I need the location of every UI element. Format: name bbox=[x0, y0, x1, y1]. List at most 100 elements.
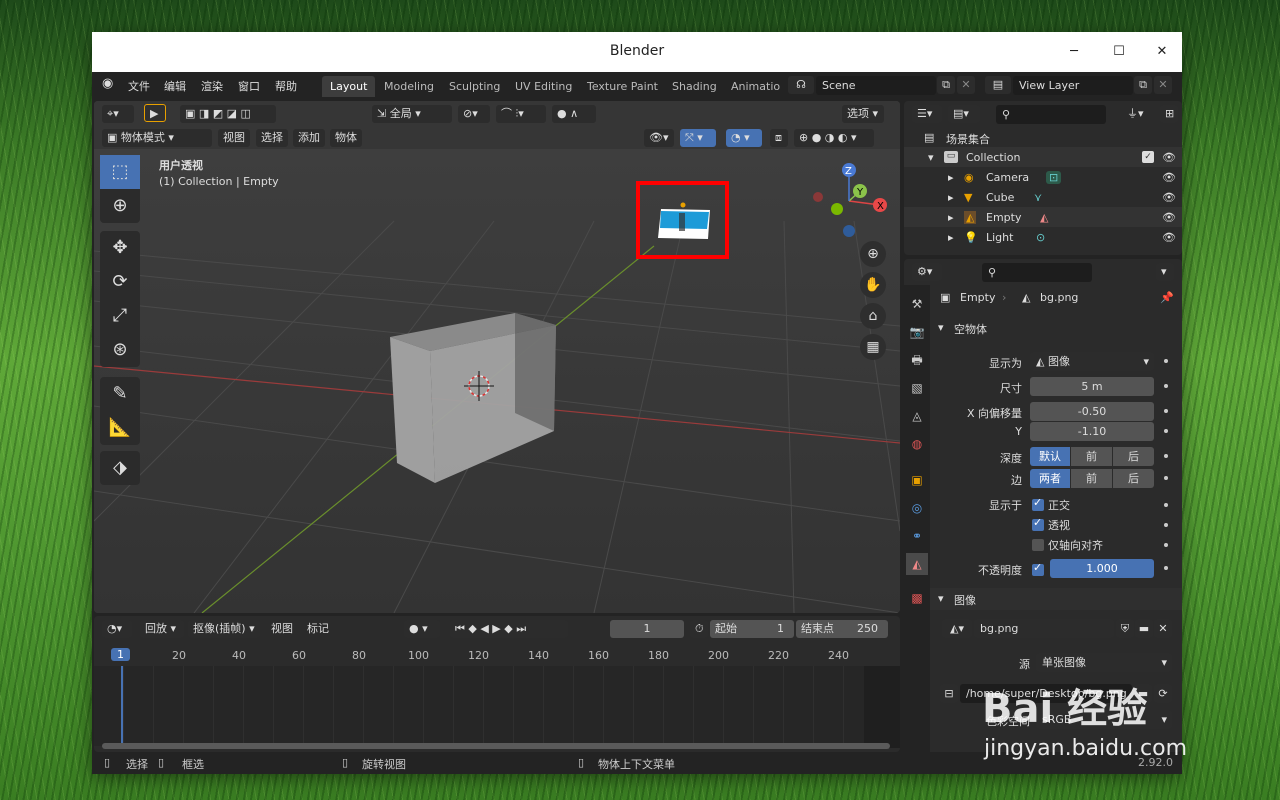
menu-edit[interactable]: 编辑 bbox=[164, 78, 186, 94]
menu-add[interactable]: 添加 bbox=[293, 129, 325, 147]
keyframe-dot[interactable] bbox=[1164, 384, 1168, 388]
scene-copy-icon[interactable]: ⧉ bbox=[937, 76, 955, 94]
pin-icon[interactable]: 📌 bbox=[1160, 291, 1174, 304]
close-button[interactable]: ✕ bbox=[1147, 40, 1177, 64]
collapse-arrow-icon[interactable]: ▾ bbox=[938, 592, 944, 605]
tab-layout[interactable]: Layout bbox=[322, 76, 376, 97]
properties-options-icon[interactable]: ▾ bbox=[1156, 263, 1174, 281]
scene-field[interactable]: Scene bbox=[816, 76, 936, 95]
snap-toggle[interactable]: ⌒ ⫶▾ bbox=[496, 105, 546, 123]
tab-animation[interactable]: Animatio bbox=[723, 76, 788, 97]
side-front[interactable]: 前 bbox=[1071, 469, 1112, 488]
pack-icon[interactable]: ⊟ bbox=[940, 684, 958, 703]
frame-ruler[interactable]: 1 20 40 60 80 100 120 140 160 180 200 22… bbox=[94, 646, 900, 666]
shading-buttons[interactable]: ⊕ ● ◑ ◐ ▾ bbox=[794, 129, 874, 147]
view-layer-tab-icon[interactable]: ▧ bbox=[906, 377, 928, 399]
menu-file[interactable]: 文件 bbox=[128, 78, 150, 94]
render-tab-icon[interactable]: 📷 bbox=[906, 321, 928, 343]
keyframe-dot[interactable] bbox=[1164, 566, 1168, 570]
image-browse-icon[interactable]: ◭▾ bbox=[942, 619, 972, 638]
timeline-scrollbar[interactable] bbox=[102, 743, 890, 749]
scene-tab-icon[interactable]: ◬ bbox=[906, 405, 928, 427]
gizmo-toggle-icon[interactable]: ⤧ ▾ bbox=[680, 129, 716, 147]
outliner-row-cube[interactable]: ▸ ▼ Cube ⋎ 👁 bbox=[904, 187, 1182, 207]
collapse-arrow-icon[interactable]: ▾ bbox=[938, 321, 944, 334]
outliner-type-icon[interactable]: ☰▾ bbox=[912, 105, 942, 123]
image-name-field[interactable]: bg.png bbox=[974, 619, 1114, 638]
timeline-menu-view[interactable]: 视图 bbox=[266, 620, 298, 638]
outliner-row-light[interactable]: ▸ 💡 Light ⊙ 👁 bbox=[904, 227, 1182, 247]
select-box-tool-icon[interactable]: ⬚ bbox=[100, 155, 140, 189]
visibility-eye-icon[interactable]: 👁 bbox=[1162, 151, 1176, 164]
timeline-editor[interactable]: ◔▾ 回放 ▾ 抠像(插帧) ▾ 视图 标记 ● ▾ ⏮ ◆ ◀ ▶ ◆ ⏭ 1… bbox=[94, 616, 900, 752]
cursor-tool-icon[interactable]: ⊕ bbox=[100, 189, 140, 223]
view-layer-remove-icon[interactable]: ✕ bbox=[1154, 76, 1172, 94]
keyframe-dot[interactable] bbox=[1164, 476, 1168, 480]
tab-modeling[interactable]: Modeling bbox=[376, 76, 442, 97]
record-icon[interactable]: ● ▾ bbox=[404, 620, 440, 638]
timeline-editor-type-icon[interactable]: ◔▾ bbox=[102, 620, 132, 638]
offset-y-field[interactable]: -1.10 bbox=[1030, 422, 1154, 441]
depth-back[interactable]: 后 bbox=[1113, 447, 1154, 466]
display-mode-icon[interactable]: ▤▾ bbox=[948, 105, 980, 123]
outliner-row-collection[interactable]: ▾ ▭ Collection ✓ 👁 bbox=[904, 147, 1182, 167]
object-tab-icon[interactable]: ▣ bbox=[906, 469, 928, 491]
end-frame-field[interactable]: 结束点 250 bbox=[796, 620, 888, 638]
menu-playback[interactable]: 回放 ▾ bbox=[140, 620, 184, 638]
view-layer-browse-icon[interactable]: ▤ bbox=[985, 76, 1011, 94]
overlay-toggle-icon[interactable]: ◔ ▾ bbox=[726, 129, 762, 147]
world-tab-icon[interactable]: ◍ bbox=[906, 433, 928, 455]
scale-tool-icon[interactable]: ⤢ bbox=[100, 299, 140, 333]
menu-view[interactable]: 视图 bbox=[218, 129, 250, 147]
menu-marker[interactable]: 标记 bbox=[302, 620, 334, 638]
open-folder-icon[interactable]: ▬ bbox=[1135, 619, 1153, 638]
move-tool-icon[interactable]: ✥ bbox=[100, 231, 140, 265]
orientation-dropdown[interactable]: ⇲ 全局 ▾ bbox=[372, 105, 452, 123]
depth-default[interactable]: 默认 bbox=[1030, 447, 1070, 466]
xray-icon[interactable]: ⧈ bbox=[770, 129, 788, 147]
tab-texture-paint[interactable]: Texture Paint bbox=[579, 76, 666, 97]
select-tool-icon[interactable]: ▶ bbox=[144, 104, 166, 122]
tab-shading[interactable]: Shading bbox=[664, 76, 725, 97]
outliner-search-field[interactable]: ⚲ bbox=[996, 105, 1106, 124]
select-mode-icons[interactable]: ▣ ◨ ◩ ◪ ◫ bbox=[180, 105, 276, 123]
expand-arrow-icon[interactable]: ▸ bbox=[948, 171, 954, 184]
unlink-icon[interactable]: ✕ bbox=[1154, 619, 1172, 638]
zoom-icon[interactable]: ⊕ bbox=[860, 241, 886, 267]
properties-type-icon[interactable]: ⚙▾ bbox=[912, 263, 942, 281]
proportional-edit[interactable]: ● ∧ bbox=[552, 105, 596, 123]
expand-arrow-icon[interactable]: ▾ bbox=[928, 151, 934, 164]
axis-aligned-checkbox[interactable] bbox=[1032, 539, 1044, 551]
visibility-eye-icon[interactable]: 👁 bbox=[1162, 211, 1176, 224]
expand-arrow-icon[interactable]: ▸ bbox=[948, 211, 954, 224]
outliner-row-empty[interactable]: ▸ ◭ Empty ◭ 👁 bbox=[904, 207, 1182, 227]
reload-icon[interactable]: ⟳ bbox=[1154, 684, 1172, 703]
timeline-track[interactable] bbox=[94, 666, 900, 746]
side-back[interactable]: 后 bbox=[1113, 469, 1154, 488]
start-frame-field[interactable]: 起始 1 bbox=[710, 620, 794, 638]
menu-render[interactable]: 渲染 bbox=[201, 78, 223, 94]
measure-tool-icon[interactable]: 📐 bbox=[100, 411, 140, 445]
properties-search-field[interactable]: ⚲ bbox=[982, 263, 1092, 282]
scene-browse-icon[interactable]: ☊ bbox=[788, 76, 814, 94]
menu-help[interactable]: 帮助 bbox=[275, 78, 297, 94]
tab-uv-editing[interactable]: UV Editing bbox=[507, 76, 580, 97]
current-frame-field[interactable]: 1 bbox=[610, 620, 684, 638]
maximize-button[interactable]: ☐ bbox=[1104, 40, 1134, 64]
keyframe-dot[interactable] bbox=[1164, 503, 1168, 507]
camera-view-icon[interactable]: ⌂ bbox=[860, 303, 886, 329]
opacity-field[interactable]: 1.000 bbox=[1050, 559, 1154, 578]
display-as-dropdown[interactable]: ◭ 图像 ▾ bbox=[1030, 352, 1154, 371]
texture-tab-icon[interactable]: ▩ bbox=[906, 587, 928, 609]
tool-tab-icon[interactable]: ⚒ bbox=[906, 293, 928, 315]
ortho-grid-icon[interactable]: ▦ bbox=[860, 334, 886, 360]
keyframe-dot[interactable] bbox=[1164, 454, 1168, 458]
expand-arrow-icon[interactable]: ▸ bbox=[948, 191, 954, 204]
menu-select[interactable]: 选择 bbox=[256, 129, 288, 147]
side-both[interactable]: 两者 bbox=[1030, 469, 1070, 488]
3d-viewport[interactable]: X Y Z ⌖▾ ▶ ▣ ◨ ◩ ◪ ◫ ⇲ 全局 ▾ ⊘▾ ⌒ ⫶▾ ● ∧ … bbox=[94, 101, 900, 613]
scene-remove-icon[interactable]: ✕ bbox=[957, 76, 975, 94]
panel-empty-header[interactable]: ▾ 空物体 bbox=[930, 321, 1182, 343]
opacity-checkbox[interactable] bbox=[1032, 561, 1044, 576]
rotate-tool-icon[interactable]: ⟳ bbox=[100, 265, 140, 299]
